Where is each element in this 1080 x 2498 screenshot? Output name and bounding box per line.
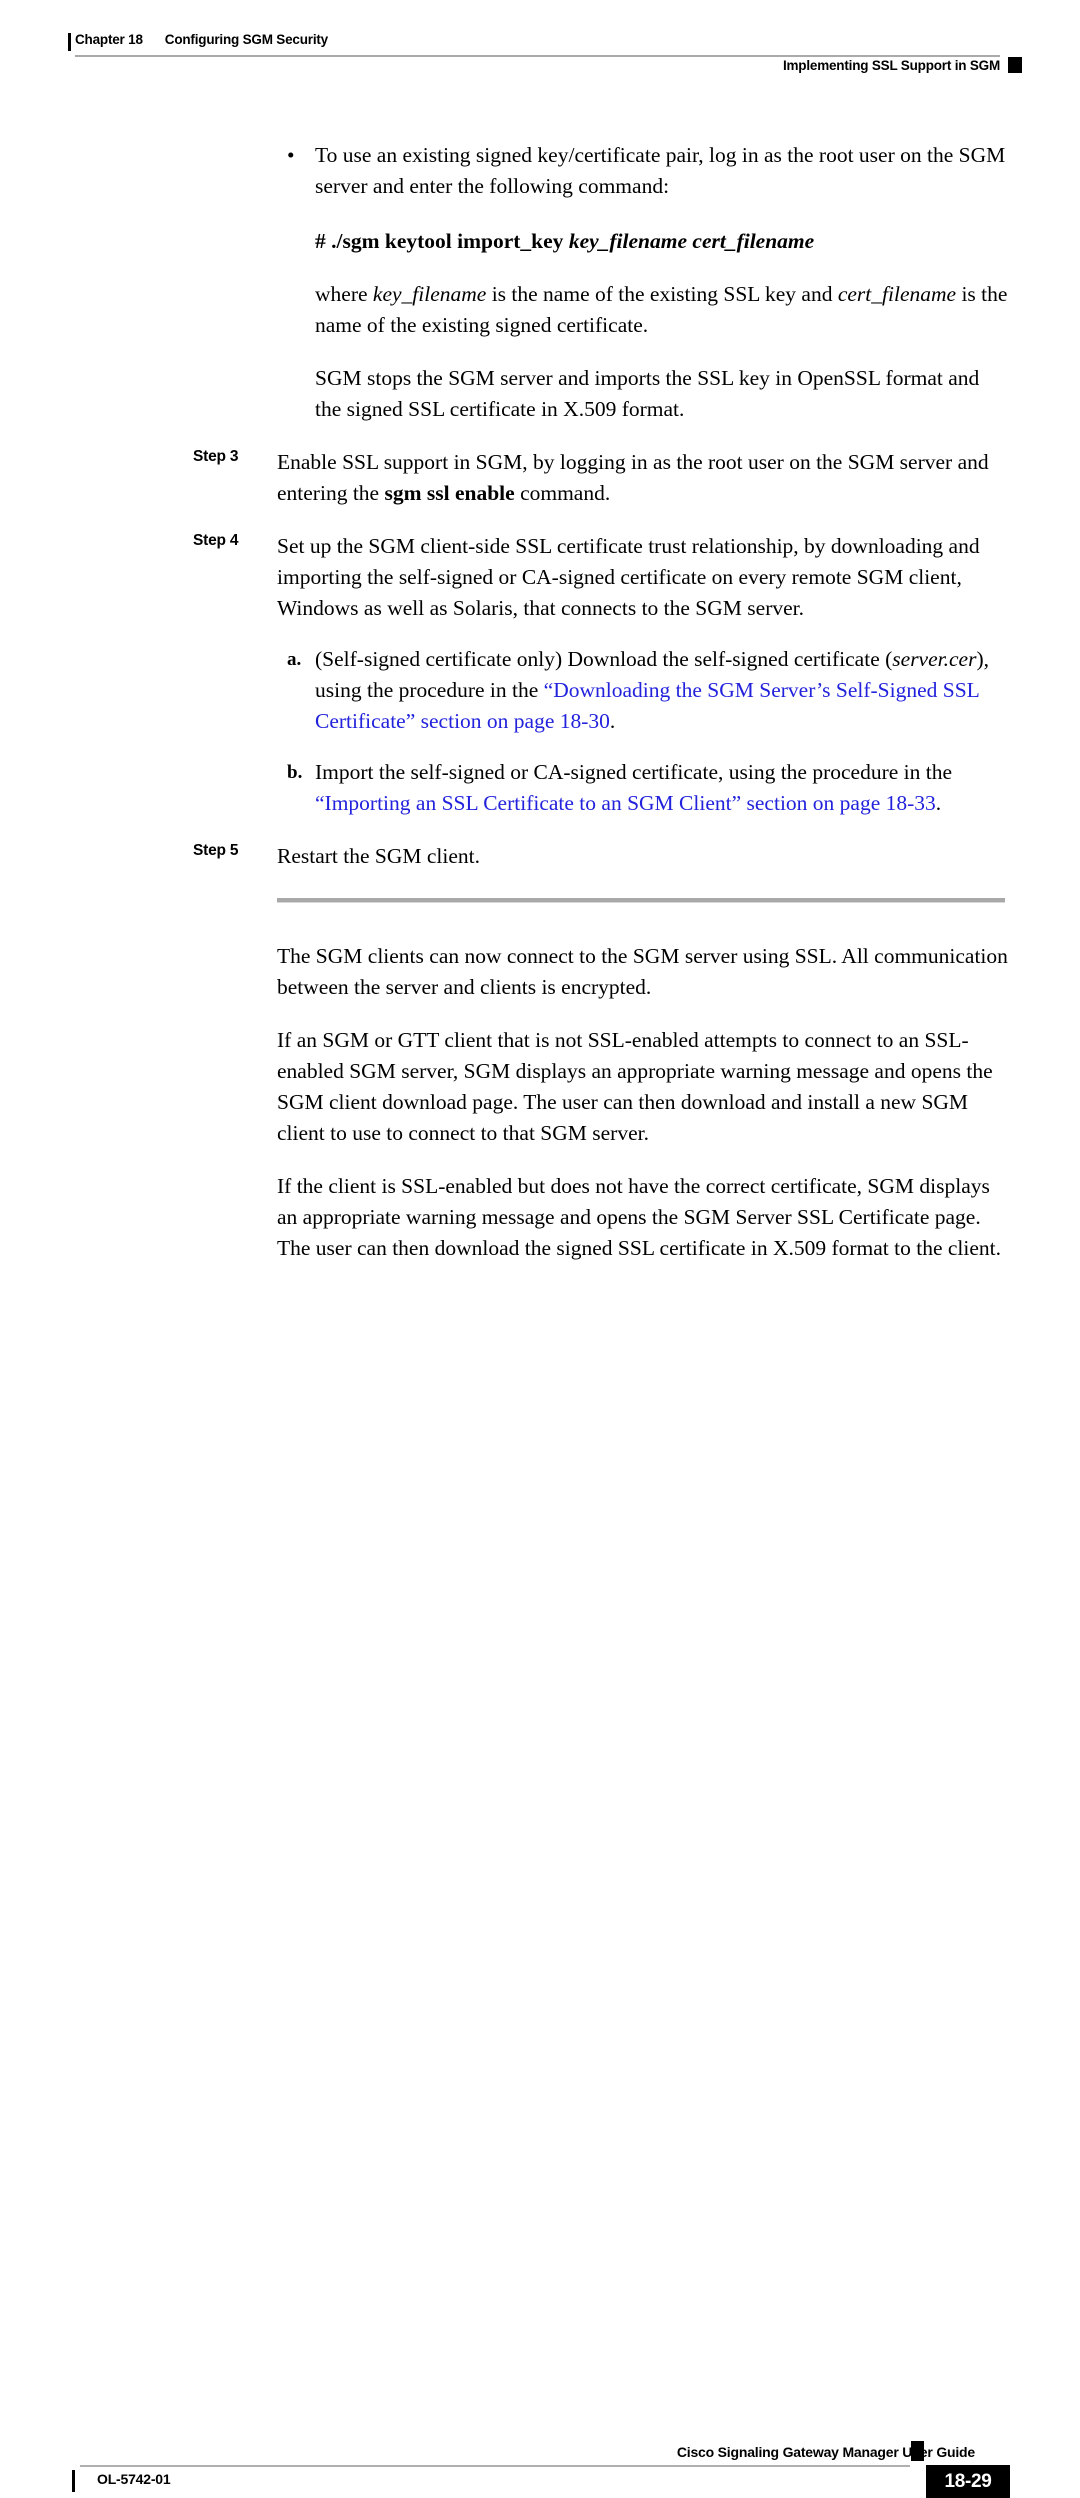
- header-section-group: Implementing SSL Support in SGM: [783, 58, 1000, 73]
- step-row-5: Step 5 Restart the SGM client.: [193, 841, 1008, 872]
- footer-document-id: OL-5742-01: [97, 2471, 171, 2487]
- step-row-4: Step 4 Set up the SGM client-side SSL ce…: [193, 531, 1008, 624]
- section-separator-rule: [277, 898, 1005, 903]
- substep-b-part-1: Import the self-signed or CA-signed cert…: [315, 760, 953, 784]
- footer-guide-title: Cisco Signaling Gateway Manager User Gui…: [676, 2444, 975, 2460]
- substep-marker-a: a.: [287, 649, 302, 670]
- step-body-4: Set up the SGM client-side SSL certifica…: [277, 534, 980, 620]
- command-text: # ./sgm keytool import_key: [315, 229, 569, 253]
- command-arguments: key_filename cert_filename: [568, 229, 815, 253]
- step-3-text-after: command.: [514, 481, 611, 505]
- closing-paragraph-1: The SGM clients can now connect to the S…: [277, 944, 1008, 999]
- page-footer: Cisco Signaling Gateway Manager User Gui…: [0, 1215, 1080, 2498]
- where-arg-2: cert_filename: [837, 282, 957, 306]
- substep-item-b: b. Import the self-signed or CA-signed c…: [287, 757, 1008, 819]
- footer-page-number-badge: 18-29: [926, 2465, 1010, 2498]
- footer-square-marker-icon: [911, 2441, 924, 2461]
- where-paragraph: where key_filename is the name of the ex…: [315, 279, 1008, 341]
- page-header: Chapter 18 Configuring SGM Security Impl…: [0, 0, 1080, 80]
- step-3-bold-command: sgm ssl enable: [384, 481, 515, 505]
- where-part-1: where: [315, 282, 373, 306]
- page-content: • To use an existing signed key/certific…: [0, 140, 1080, 1264]
- closing-paragraph-2: If an SGM or GTT client that is not SSL-…: [277, 1028, 993, 1145]
- substep-a-part-3: .: [609, 709, 616, 733]
- bullet-marker-icon: •: [287, 143, 295, 167]
- cross-reference-link-importing-certificate[interactable]: “Importing an SSL Certificate to an SGM …: [315, 791, 936, 815]
- substep-item-a: a. (Self-signed certificate only) Downlo…: [287, 644, 1008, 737]
- header-chapter-title: Configuring SGM Security: [164, 32, 328, 47]
- header-left-tick-mark: [68, 33, 71, 51]
- footer-divider-rule: [80, 2465, 910, 2467]
- step-label-5: Step 5: [193, 842, 239, 859]
- where-part-2: is the name of the existing SSL key and: [486, 282, 838, 306]
- substep-b-part-3: .: [935, 791, 942, 815]
- bullet-item-text: To use an existing signed key/certificat…: [315, 143, 1006, 198]
- footer-left-tick-mark: [72, 2470, 75, 2492]
- step-body-3: Enable SSL support in SGM, by logging in…: [277, 447, 1008, 509]
- header-square-marker-icon: [1008, 57, 1022, 73]
- substep-a-part-1: (Self-signed certificate only) Download …: [315, 647, 893, 671]
- header-chapter-number: Chapter 18: [75, 32, 143, 47]
- header-chapter-group: Chapter 18 Configuring SGM Security: [75, 32, 328, 47]
- step-body-5: Restart the SGM client.: [277, 844, 481, 868]
- step-row-3: Step 3 Enable SSL support in SGM, by log…: [193, 447, 1008, 509]
- step-label-4: Step 4: [193, 532, 239, 549]
- substep-a-italic-filename: server.cer: [892, 647, 977, 671]
- result-paragraph: SGM stops the SGM server and imports the…: [315, 366, 980, 421]
- where-arg-1: key_filename: [372, 282, 487, 306]
- header-divider-rule: [75, 55, 1000, 57]
- bullet-item: • To use an existing signed key/certific…: [287, 140, 1008, 202]
- command-line: # ./sgm keytool import_key key_filename …: [315, 226, 1008, 257]
- header-section-title: Implementing SSL Support in SGM: [782, 58, 1000, 73]
- step-label-3: Step 3: [193, 448, 239, 465]
- substep-marker-b: b.: [287, 762, 303, 783]
